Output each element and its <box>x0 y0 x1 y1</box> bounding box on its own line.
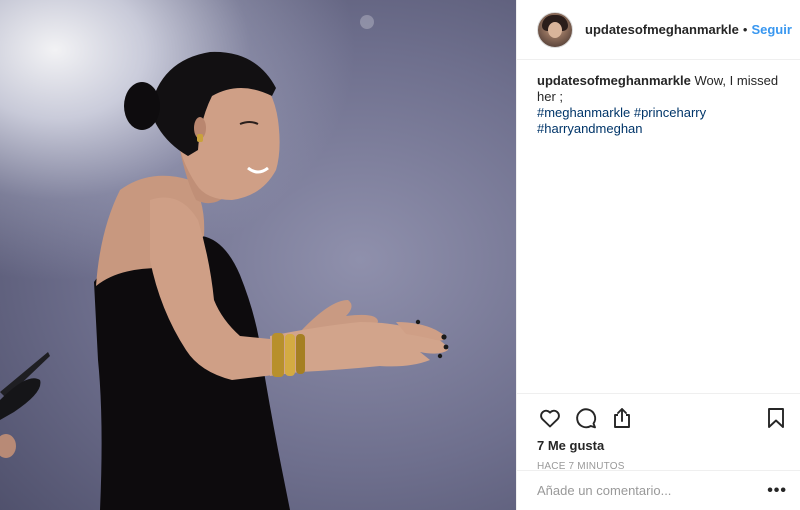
hashtag-link[interactable]: #harryandmeghan <box>537 121 643 136</box>
share-button[interactable] <box>607 403 637 433</box>
woman-portrait-illustration <box>0 15 449 510</box>
follow-button[interactable]: Seguir <box>751 22 791 37</box>
bookmark-icon <box>768 408 784 428</box>
comment-box: ••• <box>517 470 800 510</box>
avatar[interactable] <box>537 11 573 48</box>
like-button[interactable] <box>535 403 565 433</box>
comment-input[interactable] <box>537 483 768 498</box>
heart-icon <box>540 409 560 428</box>
header-username[interactable]: updatesofmeghanmarkle <box>585 22 739 37</box>
action-icon-row <box>535 400 791 436</box>
caption-username[interactable]: updatesofmeghanmarkle <box>537 73 691 88</box>
hashtag-link[interactable]: #princeharry <box>634 105 706 120</box>
save-button[interactable] <box>761 403 791 433</box>
more-options-icon[interactable]: ••• <box>767 482 787 500</box>
post-caption: updatesofmeghanmarkle Wow, I missed her … <box>517 60 800 137</box>
post-header: updatesofmeghanmarkle • Seguir <box>517 0 800 60</box>
post-photo[interactable] <box>0 0 516 510</box>
post-actions: 7 Me gusta HACE 7 MINUTOS <box>517 393 800 472</box>
post-side-panel: updatesofmeghanmarkle • Seguir updatesof… <box>516 0 800 510</box>
hashtag-link[interactable]: #meghanmarkle <box>537 105 630 120</box>
comment-icon <box>576 408 597 429</box>
header-separator: • <box>742 22 748 37</box>
likes-count[interactable]: 7 Me gusta <box>537 438 791 453</box>
avatar-face <box>548 21 562 38</box>
comment-button[interactable] <box>571 403 601 433</box>
share-icon <box>614 408 630 428</box>
